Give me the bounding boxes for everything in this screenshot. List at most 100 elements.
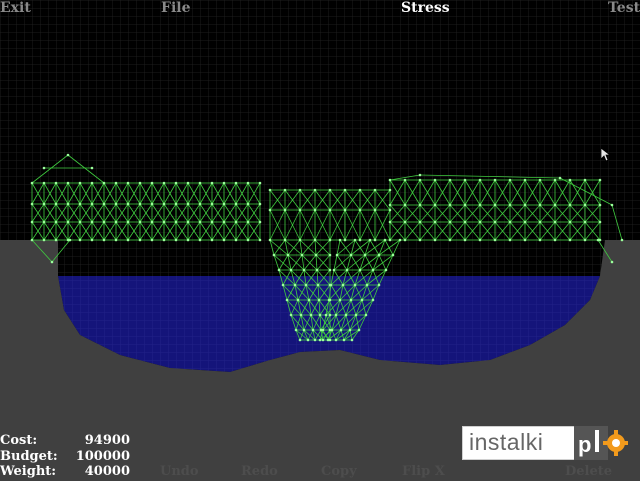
truss-joint[interactable] [174,238,178,242]
truss-joint[interactable] [433,178,437,182]
truss-joint[interactable] [321,328,325,332]
truss-joint[interactable] [222,238,226,242]
truss-joint[interactable] [463,238,467,242]
truss-joint[interactable] [78,181,82,185]
truss-joint[interactable] [568,203,572,207]
truss-joint[interactable] [358,238,362,242]
truss-joint[interactable] [330,328,334,332]
truss-joint[interactable] [493,220,497,224]
truss-joint[interactable] [418,178,422,182]
truss-joint[interactable] [433,203,437,207]
truss-joint[interactable] [50,260,54,264]
truss-joint[interactable] [150,181,154,185]
truss-joint[interactable] [68,238,72,242]
truss-joint[interactable] [338,298,342,302]
truss-joint[interactable] [306,338,310,342]
truss-joint[interactable] [298,188,302,192]
truss-joint[interactable] [198,181,202,185]
truss-joint[interactable] [553,238,557,242]
truss-joint[interactable] [78,238,82,242]
truss-joint[interactable] [102,181,106,185]
truss-joint[interactable] [365,283,369,287]
truss-joint[interactable] [373,188,377,192]
truss-joint[interactable] [210,238,214,242]
truss-joint[interactable] [138,238,142,242]
truss-joint[interactable] [54,181,58,185]
truss-joint[interactable] [234,181,238,185]
redo-button[interactable]: Redo [241,464,278,479]
truss-joint[interactable] [307,298,311,302]
truss-joint[interactable] [418,203,422,207]
truss-joint[interactable] [418,238,422,242]
truss-joint[interactable] [126,181,130,185]
truss-joint[interactable] [30,181,34,185]
truss-joint[interactable] [353,283,357,287]
truss-joint[interactable] [315,268,319,272]
truss-joint[interactable] [388,203,392,207]
truss-joint[interactable] [598,178,602,182]
truss-joint[interactable] [42,181,46,185]
truss-joint[interactable] [268,188,272,192]
truss-joint[interactable] [610,260,614,264]
truss-joint[interactable] [298,238,302,242]
truss-joint[interactable] [371,298,375,302]
truss-joint[interactable] [246,238,250,242]
truss-joint[interactable] [568,178,572,182]
truss-joint[interactable] [54,238,58,242]
truss-joint[interactable] [321,338,325,342]
truss-joint[interactable] [373,238,377,242]
truss-joint[interactable] [354,313,358,317]
truss-joint[interactable] [329,283,333,287]
truss-joint[interactable] [90,238,94,242]
truss-joint[interactable] [383,238,387,242]
truss-joint[interactable] [568,238,572,242]
truss-joint[interactable] [162,220,166,224]
truss-joint[interactable] [610,203,614,207]
truss-joint[interactable] [298,208,302,212]
truss-joint[interactable] [316,283,320,287]
truss-joint[interactable] [150,238,154,242]
truss-joint[interactable] [246,220,250,224]
truss-joint[interactable] [258,220,262,224]
truss-joint[interactable] [150,202,154,206]
truss-joint[interactable] [277,268,281,272]
truss-joint[interactable] [222,202,226,206]
truss-joint[interactable] [448,238,452,242]
truss-joint[interactable] [508,203,512,207]
truss-joint[interactable] [318,338,322,342]
truss-joint[interactable] [90,202,94,206]
truss-joint[interactable] [553,220,557,224]
truss-joint[interactable] [463,203,467,207]
truss-joint[interactable] [478,220,482,224]
truss-joint[interactable] [583,203,587,207]
truss-joint[interactable] [418,173,422,177]
truss-joint[interactable] [368,238,372,242]
menu-test[interactable]: Test [608,0,640,16]
truss-joint[interactable] [508,178,512,182]
truss-joint[interactable] [328,188,332,192]
truss-joint[interactable] [78,202,82,206]
bridge-scene[interactable] [0,0,640,481]
truss-joint[interactable] [326,338,330,342]
truss-joint[interactable] [309,313,313,317]
truss-joint[interactable] [258,202,262,206]
truss-joint[interactable] [433,220,437,224]
truss-joint[interactable] [289,268,293,272]
truss-joint[interactable] [54,220,58,224]
truss-joint[interactable] [210,181,214,185]
truss-joint[interactable] [388,220,392,224]
truss-joint[interactable] [198,238,202,242]
truss-joint[interactable] [126,238,130,242]
truss-joint[interactable] [364,313,368,317]
truss-joint[interactable] [335,253,339,257]
truss-joint[interactable] [294,328,298,332]
truss-joint[interactable] [583,220,587,224]
truss-joint[interactable] [388,188,392,192]
truss-joint[interactable] [268,208,272,212]
truss-joint[interactable] [342,338,346,342]
truss-joint[interactable] [371,268,375,272]
truss-joint[interactable] [304,283,308,287]
truss-joint[interactable] [538,220,542,224]
truss-joint[interactable] [344,313,348,317]
truss-joint[interactable] [311,328,315,332]
